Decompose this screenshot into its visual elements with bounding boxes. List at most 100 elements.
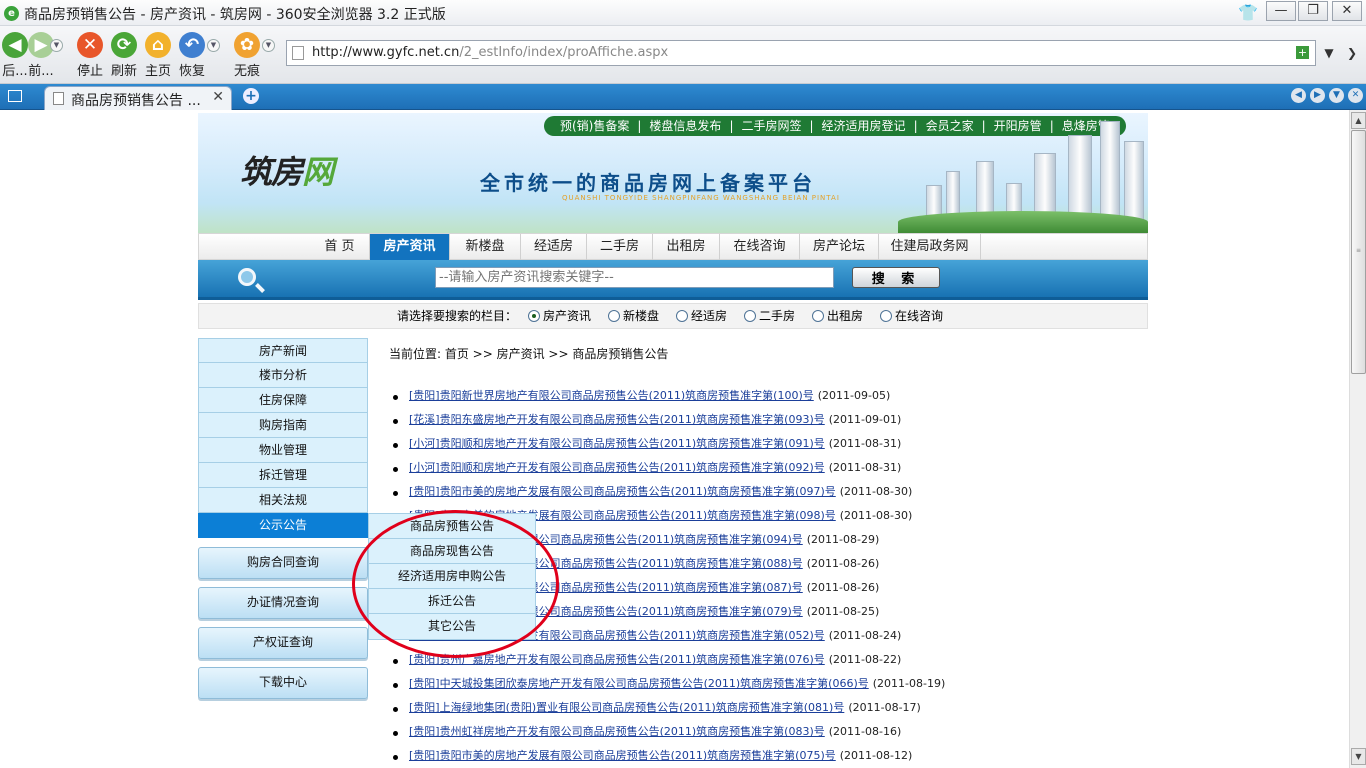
list-item: [贵阳]贵州虹祥房地产开发有限公司商品房预售公告(2011)筑商房预售准字第(0…: [389, 722, 945, 746]
list-item: [贵阳]贵州广嘉房地产开发有限公司商品房预售公告(2011)筑商房预售准字第(0…: [389, 650, 945, 674]
main-nav: 首 页 房产资讯 新楼盘 经适房 二手房 出租房 在线咨询 房产论坛 住建局政务…: [198, 233, 1148, 260]
top-link-affordable[interactable]: 经济适用房登记: [818, 119, 910, 133]
page-viewport: 预(销)售备案 | 楼盘信息发布 | 二手房网签 | 经济适用房登记 | 会员之家 | 开阳房管 | 息…: [0, 110, 1349, 768]
security-shield-icon[interactable]: +: [1296, 46, 1309, 59]
chevron-down-icon[interactable]: ▼: [207, 39, 220, 52]
sidebar-item-regulations[interactable]: 相关法规: [198, 488, 368, 513]
address-dropdown-icon[interactable]: ▼: [1317, 40, 1341, 66]
tab-bar: 商品房预销售公告 ... ✕ + ◀ ▶ ▼ ✕: [0, 84, 1366, 110]
submenu-affordable-housing-notice[interactable]: 经济适用房申购公告: [369, 564, 535, 589]
site-banner: 预(销)售备案 | 楼盘信息发布 | 二手房网签 | 经济适用房登记 | 会员之家 | 开阳房管 | 息…: [198, 113, 1148, 233]
skin-icon[interactable]: 👕: [1238, 3, 1258, 22]
tab-list-icon[interactable]: ▼: [1329, 88, 1344, 103]
top-link-member[interactable]: 会员之家: [922, 119, 978, 133]
sidebar-item-housing-security[interactable]: 住房保障: [198, 388, 368, 413]
news-link[interactable]: [贵阳]贵阳市美的房地产发展有限公司商品房预售公告(2011)筑商房预售准字第(…: [409, 749, 836, 762]
nav-news-active[interactable]: 房产资讯: [370, 234, 450, 260]
page-icon: [53, 92, 64, 105]
list-item: [贵阳]贵阳市美的房地产发展有限公司商品房预售公告(2011)筑商房预售准字第(…: [389, 482, 945, 506]
submenu-other-notice[interactable]: 其它公告: [369, 614, 535, 639]
tab-scroll-left-icon[interactable]: ◀: [1291, 88, 1306, 103]
sidebar-toggle-icon[interactable]: [8, 90, 22, 102]
title-deed-query-button[interactable]: 产权证查询: [198, 627, 368, 659]
refresh-button[interactable]: ⟳ 刷新: [109, 28, 139, 82]
site-slogan-pinyin: QUANSHI TONGYIDE SHANGPINFANG WANGSHANG …: [562, 194, 840, 202]
news-link[interactable]: [贵阳]贵阳市美的房地产发展有限公司商品房预售公告(2011)筑商房预售准字第(…: [409, 485, 836, 498]
minimize-button[interactable]: —: [1266, 1, 1296, 21]
top-link-secondhand-sign[interactable]: 二手房网签: [737, 119, 805, 133]
contract-query-button[interactable]: 购房合同查询: [198, 547, 368, 579]
tab-scroll-right-icon[interactable]: ▶: [1310, 88, 1325, 103]
close-tabs-icon[interactable]: ✕: [1348, 88, 1363, 103]
radio-news[interactable]: 房产资讯: [528, 304, 591, 328]
restore-button[interactable]: ↶ 恢复 ▼: [177, 28, 220, 82]
news-link[interactable]: [小河]贵阳顺和房地产开发有限公司商品房预售公告(2011)筑商房预售准字第(0…: [409, 437, 825, 450]
radio-affordable[interactable]: 经适房: [676, 304, 727, 328]
site-logo[interactable]: 筑房网: [240, 147, 334, 193]
sidebar-item-demolition[interactable]: 拆迁管理: [198, 463, 368, 488]
sidebar-item-property-news[interactable]: 房产新闻: [198, 338, 368, 363]
page-icon: [292, 46, 304, 60]
search-input[interactable]: [435, 267, 834, 288]
search-bar: 搜 索: [198, 260, 1148, 300]
home-button[interactable]: ⌂ 主页: [143, 28, 173, 82]
scrollbar-thumb[interactable]: ≡: [1351, 130, 1366, 374]
close-window-button[interactable]: ✕: [1332, 1, 1362, 21]
submenu-spot-sale-notice[interactable]: 商品房现售公告: [369, 539, 535, 564]
radio-icon: [880, 310, 892, 322]
top-link-presale[interactable]: 预(销)售备案: [556, 119, 633, 133]
list-item: [小河]贵阳顺和房地产开发有限公司商品房预售公告(2011)筑商房预售准字第(0…: [389, 434, 945, 458]
nav-forum[interactable]: 房产论坛: [800, 234, 879, 260]
new-tab-icon[interactable]: +: [243, 88, 259, 104]
nav-new-projects[interactable]: 新楼盘: [450, 234, 521, 260]
news-link[interactable]: [贵阳]贵州虹祥房地产开发有限公司商品房预售公告(2011)筑商房预售准字第(0…: [409, 725, 825, 738]
incognito-button[interactable]: ✿ 无痕 ▼: [231, 28, 275, 82]
certificate-status-button[interactable]: 办证情况查询: [198, 587, 368, 619]
nav-rental[interactable]: 出租房: [653, 234, 720, 260]
stop-icon: ✕: [77, 32, 103, 58]
close-tab-icon[interactable]: ✕: [212, 89, 224, 105]
news-link[interactable]: [小河]贵阳顺和房地产开发有限公司商品房预售公告(2011)筑商房预售准字第(0…: [409, 461, 825, 474]
radio-rental[interactable]: 出租房: [812, 304, 863, 328]
tab-current[interactable]: 商品房预销售公告 ... ✕: [44, 86, 232, 110]
sidebar-item-announcements[interactable]: 公示公告: [198, 513, 368, 538]
chevron-down-icon[interactable]: ▼: [50, 39, 63, 52]
scroll-down-icon[interactable]: ▼: [1351, 748, 1366, 765]
scroll-up-icon[interactable]: ▲: [1351, 112, 1366, 129]
news-link[interactable]: [贵阳]中天城投集团欣泰房地产开发有限公司商品房预售公告(2011)筑商房预售准…: [409, 677, 869, 690]
news-link[interactable]: [贵阳]贵州广嘉房地产开发有限公司商品房预售公告(2011)筑商房预售准字第(0…: [409, 653, 825, 666]
search-button[interactable]: 搜 索: [852, 267, 940, 288]
top-link-kaiyang[interactable]: 开阳房管: [990, 119, 1046, 133]
sidebar-item-property-management[interactable]: 物业管理: [198, 438, 368, 463]
chevron-down-icon[interactable]: ▼: [262, 39, 275, 52]
radio-checked-icon: [528, 310, 540, 322]
news-link[interactable]: [花溪]贵阳东盛房地产开发有限公司商品房预售公告(2011)筑商房预售准字第(0…: [409, 413, 825, 426]
nav-home[interactable]: 首 页: [310, 234, 370, 260]
nav-secondhand[interactable]: 二手房: [587, 234, 653, 260]
nav-affordable[interactable]: 经适房: [521, 234, 587, 260]
nav-online-consult[interactable]: 在线咨询: [720, 234, 800, 260]
address-url[interactable]: http://www.gyfc.net.cn/2_estInfo/index/p…: [312, 45, 668, 60]
back-button[interactable]: ◀ 后...: [2, 28, 28, 82]
address-bar[interactable]: http://www.gyfc.net.cn/2_estInfo/index/p…: [286, 40, 1316, 66]
submenu-presale-notice[interactable]: 商品房预售公告: [369, 514, 535, 539]
maximize-button[interactable]: ❐: [1298, 1, 1328, 21]
download-center-button[interactable]: 下载中心: [198, 667, 368, 699]
stop-button[interactable]: ✕ 停止: [75, 28, 105, 82]
news-link[interactable]: [贵阳]上海绿地集团(贵阳)置业有限公司商品房预售公告(2011)筑商房预售准字…: [409, 701, 844, 714]
radio-icon: [608, 310, 620, 322]
radio-secondhand[interactable]: 二手房: [744, 304, 795, 328]
back-arrow-icon: ◀: [2, 32, 28, 58]
news-link[interactable]: [贵阳]贵阳新世界房地产有限公司商品房预售公告(2011)筑商房预售准字第(10…: [409, 389, 814, 402]
sidebar-item-buying-guide[interactable]: 购房指南: [198, 413, 368, 438]
submenu-demolition-notice[interactable]: 拆迁公告: [369, 589, 535, 614]
go-icon[interactable]: ❯: [1340, 40, 1364, 66]
nav-gov[interactable]: 住建局政务网: [879, 234, 981, 260]
list-item: [小河]贵阳顺和房地产开发有限公司商品房预售公告(2011)筑商房预售准字第(0…: [389, 458, 945, 482]
radio-online-consult[interactable]: 在线咨询: [880, 304, 943, 328]
forward-button[interactable]: ▶ 前... ▼: [28, 28, 63, 82]
sidebar-item-market-analysis[interactable]: 楼市分析: [198, 363, 368, 388]
radio-new-projects[interactable]: 新楼盘: [608, 304, 659, 328]
top-link-listing[interactable]: 楼盘信息发布: [645, 119, 725, 133]
vertical-scrollbar[interactable]: ▲ ≡ ▼: [1349, 110, 1366, 768]
